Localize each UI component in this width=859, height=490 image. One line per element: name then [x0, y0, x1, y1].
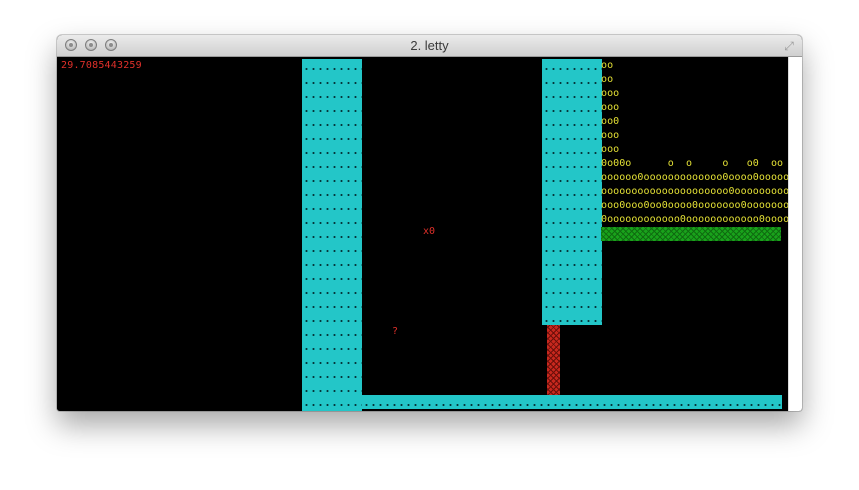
lava-pillar	[547, 325, 560, 395]
coin-row: ooo0ooo0oo0oooo0ooooooo0oooooooo	[601, 200, 788, 211]
coin-row: oo	[601, 60, 614, 71]
coin-row: ooo	[601, 102, 620, 113]
coin-row: 0o00o o o o o0 oo	[601, 158, 784, 169]
coin-row: oo0	[601, 116, 620, 127]
grass-platform	[601, 227, 781, 241]
elapsed-counter: 29.7085443259	[61, 60, 142, 71]
coin-row: 0oooooooooooo0oooooooooooo0ooooo	[601, 214, 788, 225]
coin-row: ooooooooooooooooooooo0oooooooooo	[601, 186, 788, 197]
title-bar[interactable]: 2. letty ⤢	[57, 35, 802, 57]
window-title: 2. letty	[410, 38, 449, 53]
player-sprite: x0	[423, 226, 436, 237]
floor-platform	[362, 395, 782, 409]
middle-wall-column	[542, 59, 602, 325]
coin-row: ooo	[601, 130, 620, 141]
coin-row: ooo	[601, 88, 620, 99]
vertical-scrollbar[interactable]	[788, 57, 802, 411]
terminal-window: 2. letty ⤢ 29.7085443259 oo oo ooo ooo o…	[57, 35, 802, 411]
coin-row: oo	[601, 74, 614, 85]
left-wall-column	[302, 59, 362, 411]
game-viewport[interactable]: 29.7085443259 oo oo ooo ooo oo0 ooo ooo …	[57, 57, 788, 411]
enemy-sprite: ?	[392, 326, 399, 337]
fullscreen-arrows-icon[interactable]: ⤢	[782, 39, 796, 53]
coin-row: ooo	[601, 144, 620, 155]
coin-row: oooooo0ooooooooooooo0oooo0oooooo	[601, 172, 788, 183]
